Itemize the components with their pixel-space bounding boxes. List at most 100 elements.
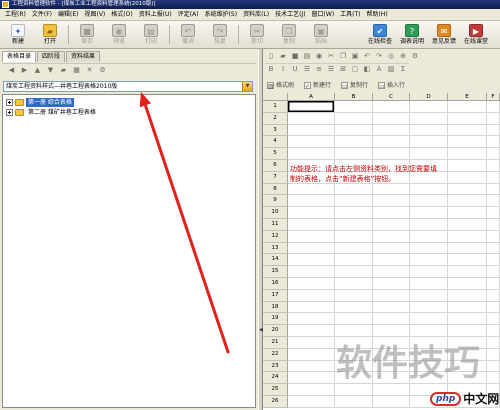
tree-node[interactable]: 第一册 综合表格 (3, 97, 255, 107)
new-folder-icon[interactable]: ▰ (59, 66, 68, 75)
cell[interactable] (373, 266, 410, 278)
cell[interactable] (373, 395, 410, 408)
sheet-cut-icon[interactable]: ✂ (327, 52, 336, 61)
row-header[interactable]: 8 (263, 183, 288, 196)
cell[interactable] (288, 124, 335, 137)
row-header[interactable]: 11 (263, 218, 288, 231)
row-header[interactable]: 23 (263, 360, 288, 373)
cell[interactable] (448, 148, 487, 160)
row-header[interactable]: 24 (263, 372, 288, 385)
cell[interactable] (487, 336, 500, 349)
cell[interactable] (288, 266, 335, 278)
cell[interactable] (487, 360, 500, 373)
cell[interactable] (288, 395, 335, 408)
cell[interactable] (335, 395, 373, 408)
feedback-button[interactable]: ✉ 意见反馈 (428, 21, 460, 48)
cell[interactable] (448, 325, 487, 337)
bold-icon[interactable]: B (267, 65, 276, 74)
cell[interactable] (335, 266, 373, 278)
cell[interactable] (410, 301, 448, 314)
paste-button[interactable]: ▣ 粘贴 (305, 21, 337, 48)
cell[interactable] (335, 289, 373, 302)
cell[interactable] (487, 183, 500, 196)
underline-icon[interactable]: U (291, 65, 300, 74)
cell[interactable] (288, 348, 335, 361)
cell[interactable] (410, 242, 448, 255)
cell[interactable] (487, 124, 500, 137)
row-header[interactable]: 17 (263, 289, 288, 302)
cell[interactable] (335, 218, 373, 231)
cell[interactable] (373, 289, 410, 302)
cell[interactable] (448, 230, 487, 243)
cell[interactable] (448, 207, 487, 219)
up-icon[interactable]: ▲ (33, 66, 42, 75)
cell[interactable] (335, 148, 373, 160)
cell[interactable] (373, 277, 410, 290)
sheet-paste-icon[interactable]: ▣ (351, 52, 360, 61)
cell[interactable] (487, 171, 500, 184)
cell[interactable] (335, 183, 373, 196)
cell[interactable] (410, 112, 448, 125)
cell[interactable] (335, 124, 373, 137)
cell[interactable] (410, 136, 448, 149)
copy-row-button[interactable]: ▭ 复制行 (341, 81, 368, 91)
catalog-tab-2[interactable]: 四阶段 (37, 51, 66, 62)
cell[interactable] (448, 183, 487, 196)
cell[interactable] (487, 112, 500, 125)
row-header[interactable]: 25 (263, 384, 288, 396)
cell[interactable] (335, 101, 373, 113)
cell[interactable] (288, 148, 335, 160)
row-header[interactable]: 15 (263, 266, 288, 278)
preview-button[interactable]: ◉ 预览 (103, 21, 135, 48)
sheet-settings-icon[interactable]: ⚙ (411, 52, 420, 61)
column-header[interactable]: B (335, 93, 373, 101)
properties-icon[interactable]: ▦ (72, 66, 81, 75)
cell[interactable] (487, 230, 500, 243)
formula-icon[interactable]: Σ (399, 65, 408, 74)
column-header[interactable]: C (373, 93, 410, 101)
cell[interactable] (288, 360, 335, 373)
cell[interactable] (448, 124, 487, 137)
menu-library[interactable]: 资料库(L) (240, 9, 272, 20)
row-header[interactable]: 14 (263, 254, 288, 267)
catalog-style-select[interactable]: 煤炭工程资料样式—井巷工程表格2010版 ▼ (3, 81, 253, 92)
cell[interactable] (487, 101, 500, 113)
cell[interactable] (448, 112, 487, 125)
cell[interactable] (448, 101, 487, 113)
menu-file[interactable]: 文件(F) (29, 9, 55, 20)
cell[interactable] (410, 195, 448, 208)
cell[interactable] (288, 112, 335, 125)
expand-toggle[interactable] (6, 108, 13, 116)
cell[interactable] (335, 207, 373, 219)
cell[interactable] (410, 325, 448, 337)
sheet-find-icon[interactable]: ◎ (387, 52, 396, 61)
cell[interactable] (288, 372, 335, 385)
align-left-icon[interactable]: ☰ (303, 65, 312, 74)
sheet-print-icon[interactable]: ▤ (303, 52, 312, 61)
row-header[interactable]: 13 (263, 242, 288, 255)
cell[interactable] (373, 384, 410, 396)
sheet-preview-icon[interactable]: ◉ (315, 52, 324, 61)
cell[interactable] (335, 301, 373, 314)
sheet-redo-icon[interactable]: ↷ (375, 52, 384, 61)
cell[interactable] (335, 313, 373, 326)
down-icon[interactable]: ▼ (46, 66, 55, 75)
row-header[interactable]: 19 (263, 313, 288, 326)
insert-row-button[interactable]: ▭ 插入行 (378, 81, 405, 91)
cell[interactable] (335, 254, 373, 267)
tree-node[interactable]: 第二册 煤矿井巷工程表格 (3, 107, 255, 117)
cell[interactable] (487, 159, 500, 172)
undo-button[interactable]: ↶ 撤消 (172, 21, 204, 48)
catalog-tab-3[interactable]: 资料结果 (66, 51, 101, 62)
italic-icon[interactable]: I (279, 65, 288, 74)
cell[interactable] (410, 218, 448, 231)
cell[interactable] (335, 325, 373, 337)
cell[interactable] (335, 230, 373, 243)
select-all-corner[interactable] (263, 93, 288, 101)
fill-color-icon[interactable]: ◧ (363, 65, 372, 74)
open-folder-button[interactable]: ▰ 打开 (34, 21, 66, 48)
cell[interactable] (373, 230, 410, 243)
cell[interactable] (487, 325, 500, 337)
menu-format[interactable]: 格式(O) (108, 9, 135, 20)
row-header[interactable]: 20 (263, 325, 288, 337)
